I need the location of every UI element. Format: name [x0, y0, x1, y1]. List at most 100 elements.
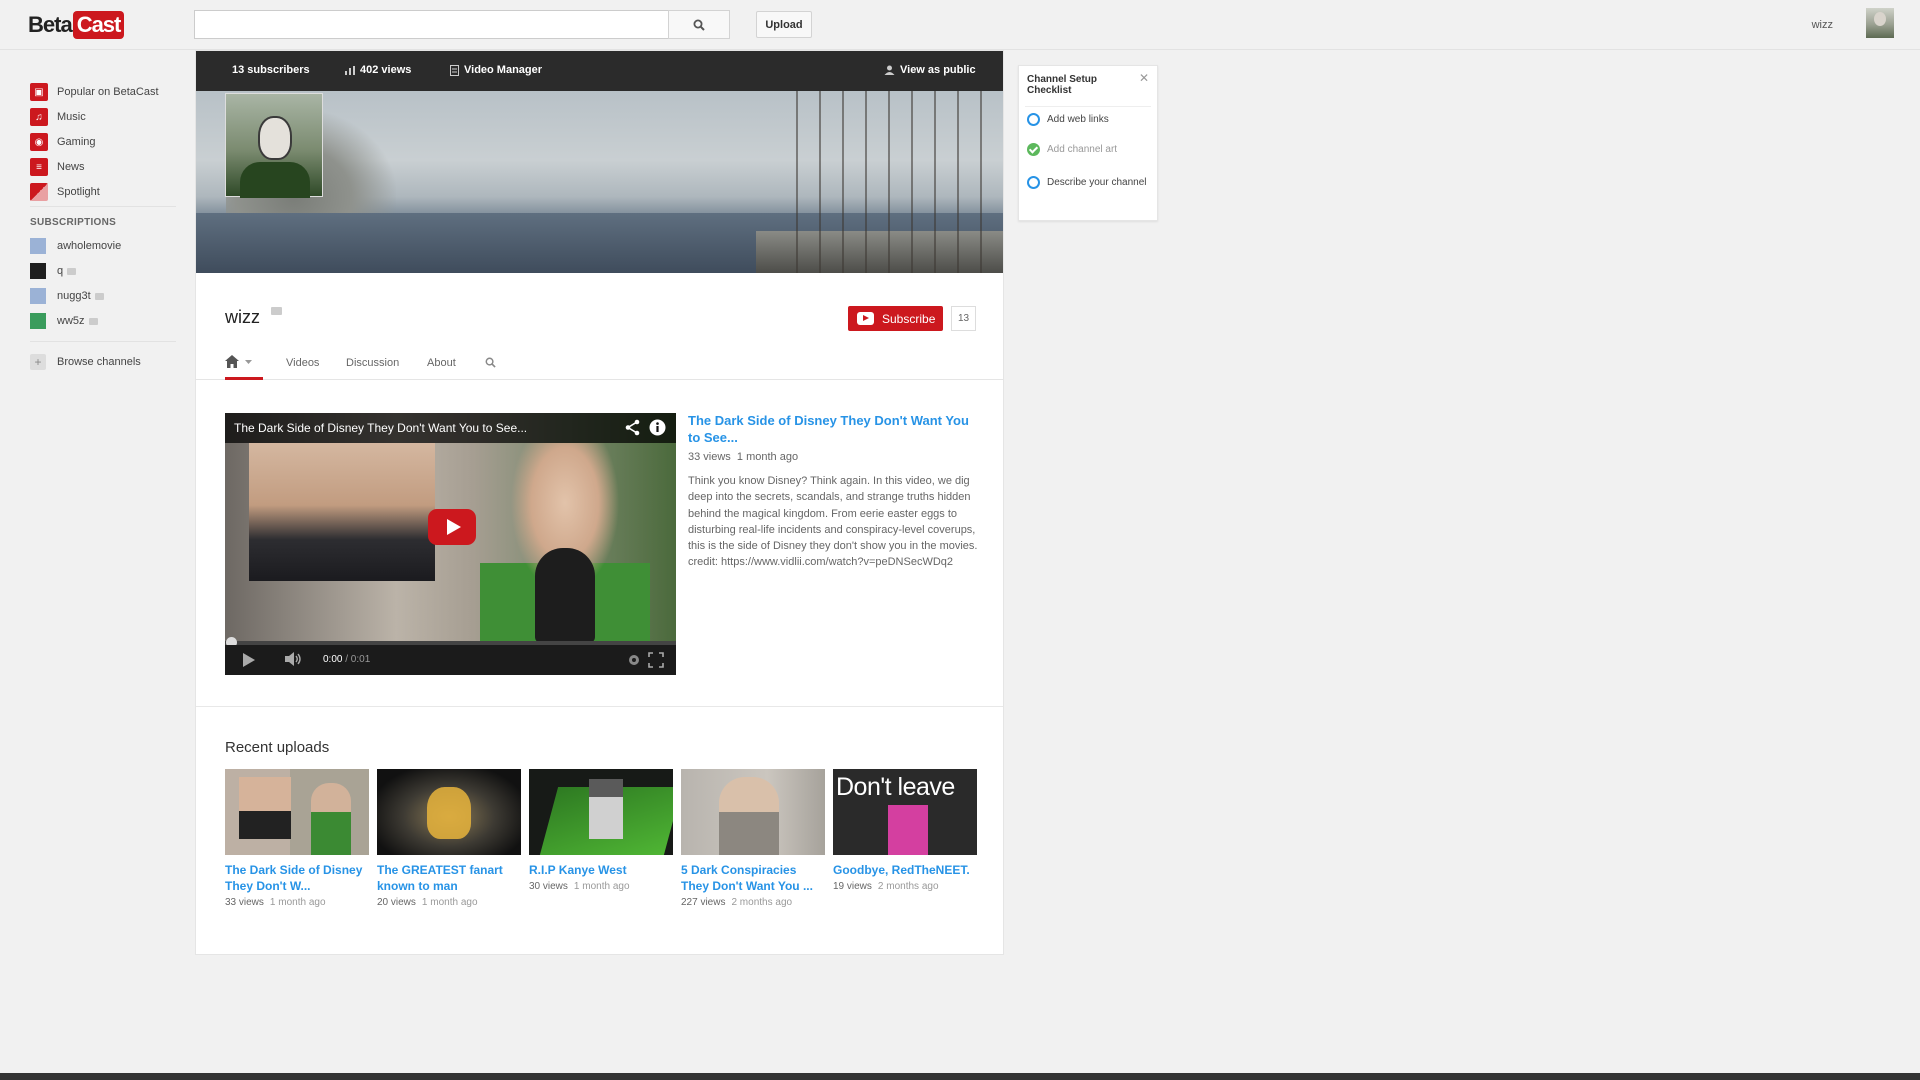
checklist-title: Channel Setup Checklist: [1027, 74, 1098, 96]
channel-avatar-icon: [30, 238, 46, 254]
tab-discussion[interactable]: Discussion: [346, 357, 399, 369]
subscribe-button[interactable]: Subscribe: [848, 306, 943, 331]
chevron-down-icon: [245, 360, 252, 364]
empty-circle-icon: [1027, 113, 1040, 126]
upload-age: 1 month ago: [421, 897, 478, 908]
upload-item[interactable]: The GREATEST fanart known to man 20 view…: [377, 769, 521, 908]
betacast-logo[interactable]: Beta Cast: [28, 10, 125, 40]
play-button[interactable]: [428, 509, 476, 545]
channel-tabs: Videos Discussion About: [196, 347, 1003, 380]
browse-channels-link[interactable]: + Browse channels: [30, 352, 141, 372]
video-thumbnail[interactable]: [529, 769, 673, 855]
featured-views: 33 views: [688, 451, 731, 463]
thumbnail-caption: Don't leave: [836, 773, 955, 801]
time-current: 0:00: [323, 654, 343, 665]
featured-video-title[interactable]: The Dark Side of Disney They Don't Want …: [688, 412, 978, 446]
subscription-item[interactable]: nugg3t: [30, 286, 104, 306]
upload-title[interactable]: The GREATEST fanart known to man: [377, 862, 521, 894]
sidebar-item-gaming[interactable]: ◉ Gaming: [30, 132, 96, 152]
views-stat[interactable]: 402 views: [345, 64, 411, 76]
video-manager-link[interactable]: Video Manager: [450, 64, 542, 76]
play-logo-icon: [857, 312, 874, 325]
view-as-public-link[interactable]: View as public: [884, 64, 976, 76]
subscriber-stat[interactable]: 13 subscribers: [232, 64, 310, 76]
volume-icon[interactable]: [285, 652, 303, 666]
info-icon[interactable]: [649, 419, 666, 436]
upload-age: 2 months ago: [877, 881, 939, 892]
upload-item[interactable]: The Dark Side of Disney They Don't W... …: [225, 769, 369, 908]
new-video-icon: [94, 292, 104, 300]
sidebar-item-popular[interactable]: ▣ Popular on BetaCast: [30, 82, 159, 102]
news-icon: ≡: [30, 158, 48, 176]
upload-title[interactable]: R.I.P Kanye West: [529, 862, 673, 878]
tab-about[interactable]: About: [427, 357, 456, 369]
sidebar-item-news[interactable]: ≡ News: [30, 157, 85, 177]
checkmark-icon: [1027, 143, 1040, 156]
upload-button[interactable]: Upload: [756, 11, 812, 38]
sidebar-item-spotlight[interactable]: Spotlight: [30, 182, 100, 202]
sidebar-item-label: Spotlight: [57, 186, 100, 198]
checklist-item-describe[interactable]: Describe your channel: [1027, 173, 1151, 192]
sidebar-item-music[interactable]: ♫ Music: [30, 107, 86, 127]
play-icon[interactable]: [243, 653, 255, 667]
video-thumbnail[interactable]: [377, 769, 521, 855]
subscription-item[interactable]: q: [30, 261, 77, 281]
upload-item[interactable]: Don't leave Goodbye, RedTheNEET. 19 view…: [833, 769, 977, 892]
subscription-label: ww5z: [57, 315, 85, 327]
sidebar-item-label: Music: [57, 111, 86, 123]
featured-video-player[interactable]: The Dark Side of Disney They Don't Want …: [225, 413, 676, 675]
checklist-item-label: Describe your channel: [1047, 177, 1147, 188]
subscription-label: nugg3t: [57, 290, 91, 302]
tab-home[interactable]: [225, 350, 263, 380]
subscriber-stat-label: 13 subscribers: [232, 64, 310, 76]
search-input[interactable]: [194, 10, 669, 39]
upload-item[interactable]: 5 Dark Conspiracies They Don't Want You …: [681, 769, 825, 908]
sidebar-divider: [30, 206, 176, 207]
subscriber-count: 13: [951, 306, 976, 331]
empty-circle-icon: [1027, 175, 1040, 189]
upload-meta: 227 views 2 months ago: [681, 897, 825, 908]
featured-video-meta: 33 views 1 month ago: [688, 451, 798, 463]
settings-icon[interactable]: [628, 654, 640, 666]
upload-title[interactable]: The Dark Side of Disney They Don't W...: [225, 862, 369, 894]
sidebar-divider: [30, 341, 176, 342]
user-avatar[interactable]: [1866, 8, 1894, 38]
video-manager-icon: [450, 64, 459, 76]
player-title[interactable]: The Dark Side of Disney They Don't Want …: [234, 421, 527, 435]
video-thumbnail[interactable]: Don't leave: [833, 769, 977, 855]
upload-item[interactable]: R.I.P Kanye West 30 views 1 month ago: [529, 769, 673, 892]
subscription-item[interactable]: awholemovie: [30, 236, 121, 256]
channel-search-button[interactable]: [485, 357, 496, 371]
video-thumbnail[interactable]: [225, 769, 369, 855]
section-divider: [196, 706, 1003, 707]
subscriptions-heading: SUBSCRIPTIONS: [30, 217, 117, 228]
subscription-item[interactable]: ww5z: [30, 311, 98, 331]
search-button[interactable]: [668, 10, 730, 39]
sidebar-item-label: Gaming: [57, 136, 96, 148]
share-icon[interactable]: [625, 419, 641, 436]
bottom-strip: [0, 1073, 1920, 1080]
add-circle-icon: +: [30, 354, 46, 370]
checklist-item-channel-art[interactable]: Add channel art: [1027, 143, 1117, 156]
upload-title[interactable]: Goodbye, RedTheNEET.: [833, 862, 977, 878]
player-title-bar: The Dark Side of Disney They Don't Want …: [225, 413, 676, 443]
upload-meta: 20 views 1 month ago: [377, 897, 521, 908]
browse-channels-label: Browse channels: [57, 356, 141, 368]
channel-avatar-icon: [30, 288, 46, 304]
video-thumbnail[interactable]: [681, 769, 825, 855]
upload-title[interactable]: 5 Dark Conspiracies They Don't Want You …: [681, 862, 825, 894]
search-icon: [693, 19, 705, 31]
fullscreen-icon[interactable]: [648, 652, 664, 668]
channel-art-banner: [196, 91, 1003, 273]
sidebar-item-label: Popular on BetaCast: [57, 86, 159, 98]
subscribe-label: Subscribe: [882, 311, 936, 326]
upload-age: 2 months ago: [731, 897, 793, 908]
user-name[interactable]: wizz: [1812, 19, 1833, 31]
checklist-item-web-links[interactable]: Add web links: [1027, 113, 1109, 126]
channel-avatar[interactable]: [225, 93, 323, 198]
message-icon[interactable]: [271, 307, 282, 315]
tab-videos[interactable]: Videos: [286, 357, 319, 369]
search-icon: [485, 357, 496, 368]
music-icon: ♫: [30, 108, 48, 126]
close-icon[interactable]: ✕: [1139, 71, 1149, 85]
